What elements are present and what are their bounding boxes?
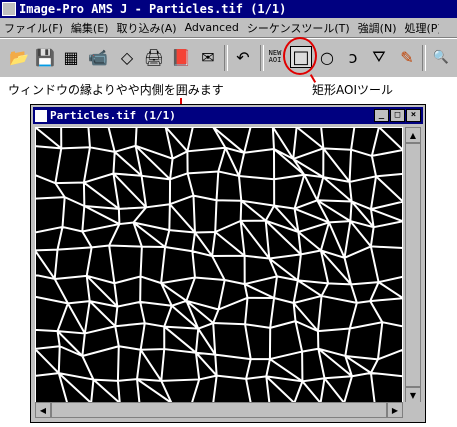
new-aoi-label-2: AOI xyxy=(268,56,282,64)
horizontal-scroll-thumb[interactable] xyxy=(51,402,387,418)
menu-edit[interactable]: 編集(E) xyxy=(67,20,113,36)
menu-enhance[interactable]: 強調(N) xyxy=(354,20,401,36)
print-icon[interactable]: 🖨 xyxy=(143,46,165,68)
book-icon[interactable]: 📕 xyxy=(170,46,192,68)
image-window: Particles.tif (1/1) _ □ × ▲ ▼ ◀ ▶ xyxy=(30,104,426,423)
app-title: Image-Pro AMS J - Particles.tif (1/1) xyxy=(19,2,287,16)
scroll-left-button[interactable]: ◀ xyxy=(35,402,51,418)
maximize-button[interactable]: □ xyxy=(390,109,405,122)
annotation-window-edge: ウィンドウの縁よりやや内側を囲みます xyxy=(8,83,224,97)
app-titlebar: Image-Pro AMS J - Particles.tif (1/1) xyxy=(0,0,457,18)
toolbar: 📂 💾 ▦ 📹 ◇ 🖨 📕 ✉ ↶ NEW AOI □ ○ ↄ ⛛ ✎ 🔍 xyxy=(0,38,457,77)
scroll-down-button[interactable]: ▼ xyxy=(405,387,421,403)
minimize-button[interactable]: _ xyxy=(374,109,389,122)
undo-icon[interactable]: ↶ xyxy=(232,46,254,68)
camera-icon[interactable]: 📹 xyxy=(87,46,109,68)
rect-aoi-highlight-circle xyxy=(283,37,317,75)
magnifier-icon[interactable]: 🔍 xyxy=(430,46,452,68)
scroll-up-button[interactable]: ▲ xyxy=(405,127,421,143)
annotation-rect-aoi-tool: 矩形AOIツール xyxy=(312,83,393,97)
image-window-titlebar[interactable]: Particles.tif (1/1) _ □ × xyxy=(33,107,423,124)
particle-boundary-lines xyxy=(34,126,404,404)
bucket-icon[interactable]: ⛛ xyxy=(368,46,390,68)
mail-icon[interactable]: ✉ xyxy=(197,46,219,68)
menu-sequence-tools[interactable]: シーケンスツール(T) xyxy=(243,20,354,36)
vertical-scroll-thumb[interactable] xyxy=(405,143,421,387)
close-button[interactable]: × xyxy=(406,109,421,122)
eraser-icon[interactable]: ◇ xyxy=(116,46,138,68)
horizontal-scrollbar[interactable]: ◀ ▶ xyxy=(35,402,403,418)
particles-image[interactable] xyxy=(34,126,404,404)
menu-advanced[interactable]: Advanced xyxy=(181,21,243,34)
menu-acquire[interactable]: 取り込み(A) xyxy=(112,20,180,36)
image-window-icon xyxy=(35,109,47,122)
menu-file[interactable]: ファイル(F) xyxy=(0,20,67,36)
scroll-right-button[interactable]: ▶ xyxy=(387,402,403,418)
toolbar-separator xyxy=(422,45,426,71)
ellipse-aoi-icon[interactable]: ○ xyxy=(316,46,338,68)
particle-boundaries xyxy=(34,126,404,404)
grid-icon[interactable]: ▦ xyxy=(60,46,82,68)
menubar: ファイル(F) 編集(E) 取り込み(A) Advanced シーケンスツール(… xyxy=(0,18,457,38)
pencil-icon[interactable]: ✎ xyxy=(396,46,418,68)
vertical-scrollbar[interactable]: ▲ ▼ xyxy=(405,127,421,403)
resize-grip[interactable] xyxy=(405,402,421,418)
open-icon[interactable]: 📂 xyxy=(8,46,30,68)
toolbar-separator xyxy=(224,45,228,71)
irregular-aoi-icon[interactable]: ↄ xyxy=(342,46,364,68)
save-icon[interactable]: 💾 xyxy=(34,46,56,68)
app-icon xyxy=(2,2,16,16)
menu-process[interactable]: 処理(P) xyxy=(401,20,439,36)
image-window-title: Particles.tif (1/1) xyxy=(50,109,176,122)
